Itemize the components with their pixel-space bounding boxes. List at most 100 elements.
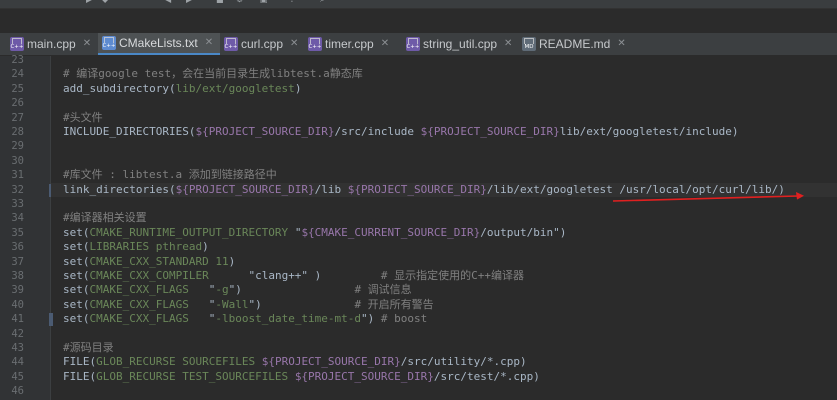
code-line[interactable]: add_subdirectory(lib/ext/googletest)	[63, 82, 301, 96]
code-token-comment	[63, 56, 70, 66]
code-token-fn: add_subdirectory(	[63, 81, 176, 95]
close-icon[interactable]: ✕	[381, 39, 389, 49]
code-token-fn: set(	[63, 254, 90, 268]
code-token-var: ${PROJECT_SOURCE_DIR}	[195, 125, 335, 138]
line-number: 41	[11, 313, 24, 326]
code-line[interactable]: set(CMAKE_CXX_FLAGS "-Wall") # 开启所有警告	[63, 298, 434, 312]
close-icon[interactable]: ✕	[83, 39, 91, 49]
tab-string-util-cpp[interactable]: C++ string_util.cpp ✕	[402, 33, 518, 55]
code-line[interactable]: set(LIBRARIES pthread)	[63, 240, 209, 254]
tab-curl-cpp[interactable]: C++ curl.cpp ✕	[220, 33, 304, 55]
code-token-comment: #头文件	[63, 110, 103, 124]
line-number: 39	[11, 284, 24, 297]
code-line[interactable]: #库文件 : libtest.a 添加到链接路径中	[63, 168, 277, 182]
close-icon[interactable]: ✕	[205, 38, 213, 48]
run-icon[interactable]: ▶	[86, 0, 96, 4]
code-line[interactable]: set(CMAKE_CXX_STANDARD 11)	[63, 255, 235, 269]
code-token-var: ${PROJECT_SOURCE_DIR}	[420, 125, 560, 138]
code-token-fn: )	[294, 81, 302, 95]
tab-label: timer.cpp	[325, 37, 374, 51]
code-token-comment: # 开启所有警告	[354, 297, 434, 311]
code-token-fn: ")	[248, 297, 355, 311]
code-token-str: CMAKE_CXX_STANDARD 11	[89, 254, 229, 268]
code-token-comment: #源码目录	[63, 341, 114, 354]
line-number: 28	[11, 126, 24, 138]
code-line[interactable]: set(CMAKE_RUNTIME_OUTPUT_DIRECTORY "${CM…	[63, 226, 566, 240]
tab-cmakelists-txt[interactable]: C++ CMakeLists.txt ✕	[98, 33, 220, 55]
code-token-str: -g	[215, 283, 229, 297]
code-line[interactable]: #编译器相关设置	[63, 211, 147, 225]
code-token-str: GLOB_RECURSE TEST_SOURCEFILES	[96, 369, 295, 383]
line-number: 44	[11, 356, 24, 369]
code-token-str: lib/ext/googletest	[175, 81, 295, 95]
code-token-str: -Wall	[215, 297, 249, 311]
code-line[interactable]	[63, 56, 70, 67]
code-token-fn: "clang++" )	[248, 269, 381, 282]
code-token-fn: set(	[63, 225, 90, 239]
line-number-gutter: 23 24 25 26 27 28 29 30 31 32 33 34 35 36 37 38 39 40 41 42…	[0, 54, 53, 400]
tab-label: CMakeLists.txt	[119, 36, 198, 50]
line-number: 25	[11, 82, 24, 95]
line-number: 42	[11, 327, 24, 340]
red-annotation-arrow	[612, 192, 804, 202]
code-line[interactable]: set(CMAKE_CXX_FLAGS "-lboost_date_time-m…	[63, 312, 427, 326]
line-number: 23	[11, 54, 24, 66]
line-number: 36	[11, 241, 24, 254]
code-token-fn: link_directories(	[63, 182, 176, 196]
forward-icon[interactable]: ▶	[186, 0, 196, 4]
cmake-file-icon: C++	[102, 36, 116, 50]
code-line[interactable]: # 编译google test，会在当前目录生成libtest.a静态库	[63, 67, 363, 81]
code-token-fn: ")	[228, 283, 355, 297]
code-line[interactable]: FILE(GLOB_RECURSE SOURCEFILES ${PROJECT_…	[63, 355, 527, 369]
code-token-var: ${PROJECT_SOURCE_DIR}	[294, 369, 434, 383]
tab-label: main.cpp	[27, 37, 76, 51]
tab-timer-cpp[interactable]: C++ timer.cpp ✕	[304, 33, 402, 55]
line-number: 40	[11, 298, 24, 311]
code-token-fn: /output/bin")	[480, 225, 567, 239]
code-line[interactable]: #头文件	[63, 111, 103, 125]
line-number: 35	[11, 226, 24, 239]
tab-label: curl.cpp	[241, 37, 284, 51]
editor-tab-bar: C++ main.cpp ✕ C++ CMakeLists.txt ✕ C++ curl.cp…	[0, 33, 837, 56]
code-token-comment: #库文件 : libtest.a 添加到链接路径中	[63, 168, 277, 182]
code-token-fn: FILE(	[63, 369, 97, 383]
close-icon[interactable]: ✕	[617, 39, 625, 49]
code-token-fn: )	[202, 240, 209, 254]
tab-label: string_util.cpp	[423, 37, 498, 51]
code-token-fn: INCLUDE_DIRECTORIES(	[63, 125, 196, 138]
line-number: 33	[11, 198, 24, 210]
code-line[interactable]: #源码目录	[63, 341, 114, 355]
search-icon[interactable]: ⌕	[320, 0, 330, 4]
code-token-var: ${PROJECT_SOURCE_DIR}	[175, 182, 315, 196]
code-line[interactable]: set(CMAKE_CXX_FLAGS "-g") # 调试信息	[63, 283, 412, 297]
tab-readme-md[interactable]: MD README.md ✕	[518, 33, 636, 55]
tab-label: README.md	[539, 37, 611, 51]
debug-icon[interactable]: ◆	[102, 0, 112, 4]
code-token-fn: set(	[63, 240, 90, 254]
code-token-fn: )	[228, 254, 236, 268]
code-token-fn: /src/test/*.cpp)	[433, 369, 540, 383]
markdown-file-icon: MD	[522, 37, 536, 51]
settings-icon[interactable]: ⚙	[236, 0, 246, 4]
line-number: 27	[11, 111, 24, 124]
structure-icon[interactable]: ▣	[260, 0, 270, 4]
close-icon[interactable]: ✕	[290, 39, 298, 49]
line-number: 26	[11, 97, 24, 110]
line-number: 34	[11, 212, 24, 225]
code-line[interactable]: FILE(GLOB_RECURSE TEST_SOURCEFILES ${PRO…	[63, 370, 540, 384]
line-number: 46	[11, 385, 24, 398]
line-number: 29	[11, 140, 24, 153]
back-icon[interactable]: ◀	[165, 0, 175, 4]
close-icon[interactable]: ✕	[504, 39, 512, 49]
code-line[interactable]: set(CMAKE_CXX_COMPILER "clang++" ) # 显示指…	[63, 269, 524, 283]
help-icon[interactable]: ?	[290, 0, 300, 4]
build-icon[interactable]: ■	[216, 0, 226, 4]
cpp-file-icon: C++	[308, 37, 322, 51]
tab-main-cpp[interactable]: C++ main.cpp ✕	[6, 33, 98, 55]
code-line[interactable]: INCLUDE_DIRECTORIES(${PROJECT_SOURCE_DIR…	[63, 125, 739, 139]
code-token-fn: /lib	[314, 182, 348, 196]
line-number: 31	[11, 169, 24, 182]
line-number: 30	[11, 154, 24, 167]
line-number: 32	[11, 183, 24, 196]
code-editor[interactable]: # 编译google test，会在当前目录生成libtest.a静态库 add_…	[51, 56, 837, 400]
